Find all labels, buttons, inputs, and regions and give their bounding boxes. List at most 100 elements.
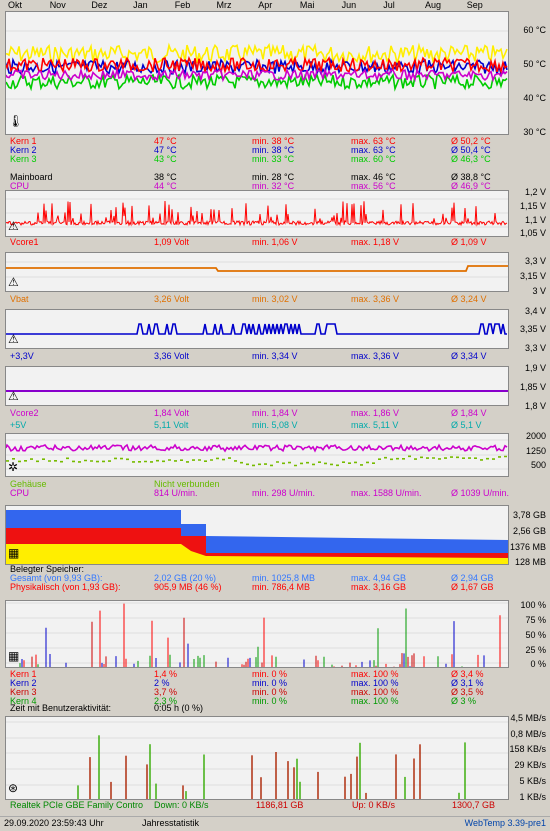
fan-row: CPU 814 U/min. min. 298 U/min. max. 1588 U/… bbox=[10, 488, 530, 498]
series-kern3 bbox=[6, 72, 508, 92]
cpu-load-row: Kern 22 % min. 0 % max. 100 % Ø 3,1 % bbox=[10, 678, 530, 688]
vbat-axis: 3,3 V 3,15 V 3 V bbox=[519, 256, 546, 296]
stat-name: CPU bbox=[10, 488, 30, 498]
vbat-row: Vbat 3,26 Volt min. 3,02 V max. 3,36 V Ø 3,2… bbox=[10, 294, 530, 304]
v33-row: +3,3V 3,36 Volt min. 3,34 V max. 3,36 V Ø 3,… bbox=[10, 351, 530, 361]
version-link[interactable]: WebTemp 3.39-pre1 bbox=[465, 818, 546, 828]
network-icon: ⊛ bbox=[8, 781, 19, 795]
stat-max: max. 3,36 V bbox=[351, 351, 400, 361]
temperature-row: CPU 44 °C min. 32 °C max. 56 °C Ø 46,9 °C bbox=[10, 181, 530, 191]
series-v33 bbox=[6, 323, 507, 335]
voltage-row: +5V 5,11 Volt min. 5,08 V max. 5,11 V Ø 5,1 … bbox=[10, 420, 530, 430]
month-label: Dez bbox=[91, 0, 108, 10]
stat-cur: 44 °C bbox=[154, 181, 177, 191]
stat-avg: Ø 3,34 V bbox=[451, 351, 487, 361]
month-axis: Okt Nov Dez Jan Feb Mrz Apr Mai Jun Jul Aug Sep bbox=[0, 0, 550, 10]
memory-chart: ▦ bbox=[5, 505, 509, 565]
warning-icon: ⚠ bbox=[8, 332, 19, 346]
stat-max: max. 1,18 V bbox=[351, 237, 400, 247]
stat-cur: 5,11 Volt bbox=[154, 420, 189, 430]
warning-icon: ⚠ bbox=[8, 389, 19, 403]
chip-icon: ▦ bbox=[8, 649, 20, 663]
stat-cur: 814 U/min. bbox=[154, 488, 198, 498]
temperature-row: Kern 1 47 °C min. 38 °C max. 63 °C Ø 50,2 °C bbox=[10, 136, 530, 146]
cpu-load-chart: ▦ bbox=[5, 600, 509, 668]
warning-icon: ⚠ bbox=[8, 219, 19, 233]
stat-cur: 1,84 Volt bbox=[154, 408, 190, 418]
month-label: Aug bbox=[425, 0, 442, 10]
stat-name: Kern 4 bbox=[10, 696, 37, 706]
stat-cur: 43 °C bbox=[154, 154, 177, 164]
month-label: Jan bbox=[133, 0, 148, 10]
stat-max: max. 1588 U/min. bbox=[351, 488, 422, 498]
vcore1-row: Vcore1 1,09 Volt min. 1,06 V max. 1,18 V Ø 1… bbox=[10, 237, 530, 247]
vcore1-chart: ⚠ bbox=[5, 190, 509, 237]
stat-name: Vbat bbox=[10, 294, 29, 304]
v33-chart: ⚠ bbox=[5, 309, 509, 349]
fan-axis: 2000 1250 500 bbox=[525, 431, 546, 470]
stat-min: min. 0 % bbox=[252, 696, 288, 706]
cpu-load-row: Kern 3 3,7 % min. 0 % max. 100 % Ø 3,5 % bbox=[10, 687, 530, 697]
stat-avg: Ø 46,9 °C bbox=[451, 181, 491, 191]
stat-name: Vcore1 bbox=[10, 237, 39, 247]
mode-label: Jahresstatistik bbox=[142, 818, 200, 828]
temperature-row: Kern 3 43 °C min. 33 °C max. 60 °C Ø 46,3 °C bbox=[10, 154, 530, 164]
temperature-chart: 🌡 bbox=[5, 11, 509, 135]
stat-cur: 2,3 % bbox=[154, 696, 178, 706]
stat-min: min. 5,08 V bbox=[252, 420, 298, 430]
cpu-load-row: Kern 1 1,4 % min. 0 % max. 100 % Ø 3,4 % bbox=[10, 669, 530, 679]
stat-avg: Ø 5,1 V bbox=[451, 420, 482, 430]
stat-min: min. 786,4 MB bbox=[252, 582, 311, 592]
series-vbat bbox=[6, 265, 508, 272]
stat-max: max. 5,11 V bbox=[351, 420, 399, 430]
stat-avg: Ø 46,3 °C bbox=[451, 154, 491, 164]
memory-title: Belegter Speicher: bbox=[10, 564, 85, 574]
vbat-chart: ⚠ bbox=[5, 252, 509, 292]
month-label: Apr bbox=[258, 0, 273, 10]
series-fan-case bbox=[6, 455, 507, 467]
month-label: Sep bbox=[466, 0, 483, 10]
temperature-axis: 60 °C 50 °C 40 °C 30 °C bbox=[523, 25, 546, 137]
month-label: Okt bbox=[8, 0, 23, 10]
vcore1-axis: 1,2 V 1,15 V 1,1 V 1,05 V bbox=[519, 187, 546, 238]
network-chart: ⊛ bbox=[5, 716, 509, 800]
chip-icon: ▦ bbox=[8, 546, 20, 560]
stat-max: max. 56 °C bbox=[351, 181, 396, 191]
temperature-row: Mainboard 38 °C min. 28 °C max. 46 °C Ø 38,8… bbox=[10, 172, 530, 182]
stat-avg: Ø 1,09 V bbox=[451, 237, 487, 247]
month-label: Mrz bbox=[216, 0, 232, 10]
stat-min: min. 1,06 V bbox=[252, 237, 298, 247]
memory-axis: 3,78 GB 2,56 GB 1376 MB 128 MB bbox=[509, 510, 546, 567]
stat-cur: 905,9 MB (46 %) bbox=[154, 582, 222, 592]
stat-max: max. 3,16 GB bbox=[351, 582, 407, 592]
stat-name: Physikalisch (von 1,93 GB): bbox=[10, 582, 121, 592]
stat-cur: 1,09 Volt bbox=[154, 237, 190, 247]
stat-min: min. 33 °C bbox=[252, 154, 295, 164]
stat-name: Vcore2 bbox=[10, 408, 39, 418]
stat-avg: Ø 1,67 GB bbox=[451, 582, 494, 592]
series-fan-cpu bbox=[6, 443, 508, 453]
network-row: Realtek PCIe GBE Family Contro Down: 0 K… bbox=[10, 800, 496, 810]
stat-avg: Ø 3 % bbox=[451, 696, 477, 706]
stat-max: max. 60 °C bbox=[351, 154, 396, 164]
memory-row: Physikalisch (von 1,93 GB): 905,9 MB (46 … bbox=[10, 582, 530, 592]
stat-min: min. 298 U/min. bbox=[252, 488, 316, 498]
stat-min: min. 3,34 V bbox=[252, 351, 298, 361]
stat-min: min. 32 °C bbox=[252, 181, 295, 191]
stat-name: +5V bbox=[10, 420, 27, 430]
month-label: Jun bbox=[341, 0, 357, 10]
month-label: Jul bbox=[383, 0, 395, 10]
month-label: Feb bbox=[174, 0, 191, 10]
cpu-load-axis: 100 % 75 % 50 % 25 % 0 % bbox=[520, 600, 546, 669]
cpu-load-row: Kern 4 2,3 % min. 0 % max. 100 % Ø 3 % bbox=[10, 696, 530, 706]
month-label: Mai bbox=[299, 0, 315, 10]
stat-avg: Ø 1039 U/min. bbox=[451, 488, 510, 498]
warning-icon: ⚠ bbox=[8, 275, 19, 289]
stat-avg: Ø 3,24 V bbox=[451, 294, 487, 304]
status-bar: 29.09.2020 23:59:43 Uhr Jahresstatistik … bbox=[0, 816, 550, 831]
fan-row: Gehäuse Nicht verbunden bbox=[10, 479, 530, 489]
memory-row: Gesamt (von 9,93 GB): 2,02 GB (20 %) min. … bbox=[10, 573, 530, 583]
timestamp: 29.09.2020 23:59:43 Uhr bbox=[4, 818, 104, 828]
stat-name: +3,3V bbox=[10, 351, 34, 361]
stat-name: CPU bbox=[10, 181, 30, 191]
